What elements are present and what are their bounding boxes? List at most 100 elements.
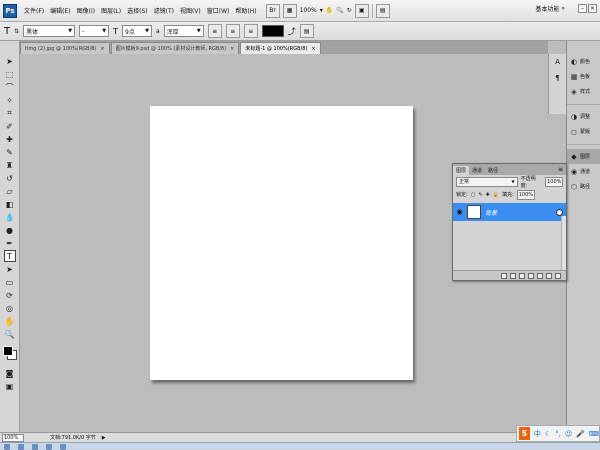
fill-input[interactable]: 100%: [516, 189, 535, 200]
font-style-select[interactable]: - ▼: [79, 25, 110, 37]
taskbar-app-icon[interactable]: [60, 443, 66, 450]
font-family-select[interactable]: 黑体 ▼: [23, 25, 76, 37]
taskbar-app-icon[interactable]: [46, 443, 52, 450]
tab-layers[interactable]: 图层: [453, 166, 470, 175]
dock-item-masks[interactable]: ◻ 蒙版: [567, 124, 600, 139]
lock-image-icon[interactable]: ✎: [478, 192, 482, 198]
extras-button[interactable]: ▤: [375, 3, 390, 18]
dock-item-swatches[interactable]: ▦ 色板: [567, 69, 600, 84]
punctuation-icon[interactable]: °,: [555, 430, 561, 438]
microphone-icon[interactable]: 🎤: [576, 430, 585, 438]
menu-window[interactable]: 窗口(W): [204, 6, 233, 15]
crop-tool-icon[interactable]: ⌗: [4, 107, 16, 119]
hand-icon[interactable]: ✋: [326, 7, 333, 14]
lock-position-icon[interactable]: ✚: [486, 192, 490, 198]
menu-help[interactable]: 帮助(H): [232, 6, 259, 15]
link-layers-icon[interactable]: [501, 272, 507, 279]
menu-select[interactable]: 选择(S): [124, 6, 151, 15]
document-tab-active[interactable]: 未标题-1 @ 100%(RGB/8) ×: [240, 42, 321, 54]
dock-item-paths[interactable]: ⬡ 路径: [567, 179, 600, 194]
group-icon[interactable]: [537, 272, 543, 279]
menu-view[interactable]: 视图(V): [177, 6, 204, 15]
eraser-tool-icon[interactable]: ▱: [4, 185, 16, 197]
panel-menu-icon[interactable]: ≡: [558, 166, 563, 173]
zoom-level[interactable]: 100%: [300, 7, 317, 14]
type-tool-icon[interactable]: T: [4, 26, 10, 37]
emoji-icon[interactable]: ☺: [565, 430, 572, 438]
document-canvas[interactable]: [150, 106, 413, 380]
tab-channels[interactable]: 通道: [469, 166, 485, 175]
zoom-dropdown-icon[interactable]: ▾: [320, 7, 323, 14]
taskbar-app-icon[interactable]: [32, 443, 38, 450]
zoom-icon[interactable]: 🔍: [336, 7, 343, 14]
lock-transparent-icon[interactable]: ▢: [471, 192, 476, 198]
lasso-tool-icon[interactable]: ⌒: [4, 81, 16, 93]
keyboard-icon[interactable]: ⌨: [589, 430, 599, 438]
hand-tool-icon[interactable]: ✋: [4, 315, 16, 327]
document-info[interactable]: 文档:791.0K/0 字节: [50, 434, 96, 441]
minimize-icon[interactable]: –: [578, 4, 587, 13]
trash-icon[interactable]: [555, 272, 561, 279]
zoom-field[interactable]: 100%: [2, 433, 24, 442]
close-icon[interactable]: ×: [588, 4, 597, 13]
history-brush-tool-icon[interactable]: ↺: [4, 172, 16, 184]
3d-rotate-tool-icon[interactable]: ⟳: [4, 289, 16, 301]
eye-icon[interactable]: ◉: [456, 208, 463, 216]
close-icon[interactable]: ×: [311, 46, 315, 52]
brush-tool-icon[interactable]: ✎: [4, 146, 16, 158]
layers-scrollbar[interactable]: [561, 216, 566, 270]
menu-layer[interactable]: 图层(L): [98, 6, 124, 15]
tab-paths[interactable]: 路径: [485, 166, 501, 175]
align-right-button[interactable]: ≡: [243, 24, 258, 38]
dock-item-layers[interactable]: ◆ 图层: [567, 149, 600, 164]
layer-row[interactable]: ◉ 背景: [453, 203, 566, 221]
document-tab[interactable]: 图片模板9.psd @ 100% (素材设计教师, RGB/8) ×: [110, 42, 240, 54]
align-center-button[interactable]: ≡: [225, 24, 240, 38]
menu-filter[interactable]: 滤镜(T): [151, 6, 177, 15]
adjustment-layer-icon[interactable]: [528, 272, 534, 279]
menu-file[interactable]: 文件(F): [21, 6, 47, 15]
shape-tool-icon[interactable]: ▭: [4, 276, 16, 288]
lock-all-icon[interactable]: 🔒: [493, 192, 499, 198]
font-size-select[interactable]: 9点 ▼: [122, 25, 153, 37]
foreground-color-swatch[interactable]: [2, 346, 13, 356]
text-color-swatch[interactable]: [261, 25, 284, 37]
arrange-documents-button[interactable]: ▦: [282, 3, 297, 18]
bridge-button[interactable]: Br: [265, 3, 280, 18]
fx-icon[interactable]: [510, 272, 516, 279]
layer-name[interactable]: 背景: [485, 208, 497, 217]
3d-orbit-tool-icon[interactable]: ◎: [4, 302, 16, 314]
moon-icon[interactable]: ☾: [545, 430, 551, 438]
rotate-view-icon[interactable]: ↻: [347, 7, 352, 14]
quick-mask-icon[interactable]: ◙: [4, 367, 16, 379]
blur-tool-icon[interactable]: 💧: [4, 211, 16, 223]
move-tool-icon[interactable]: ➤: [4, 55, 16, 67]
antialias-select[interactable]: 浑厚 ▼: [163, 25, 204, 37]
paragraph-panel-icon[interactable]: ¶: [555, 74, 559, 82]
taskbar-app-icon[interactable]: [4, 443, 10, 450]
path-selection-tool-icon[interactable]: ➤: [4, 263, 16, 275]
close-icon[interactable]: ×: [100, 46, 104, 52]
screen-mode-icon[interactable]: ▣: [4, 380, 16, 392]
warp-text-icon[interactable]: ⤴: [288, 26, 296, 37]
healing-brush-tool-icon[interactable]: ✚: [4, 133, 16, 145]
align-left-button[interactable]: ≡: [207, 24, 222, 38]
type-tool-icon[interactable]: T: [3, 250, 16, 262]
blend-mode-select[interactable]: 正常 ▼: [456, 176, 518, 187]
marquee-tool-icon[interactable]: ⬚: [4, 68, 16, 80]
color-swatches[interactable]: [2, 345, 18, 361]
pen-tool-icon[interactable]: ✒: [4, 237, 16, 249]
ime-logo[interactable]: S: [519, 427, 530, 440]
dock-item-styles[interactable]: ◈ 样式: [567, 84, 600, 99]
eyedropper-tool-icon[interactable]: ✐: [4, 120, 16, 132]
zoom-tool-icon[interactable]: 🔍: [4, 328, 16, 340]
add-mask-icon[interactable]: [519, 272, 525, 279]
gradient-tool-icon[interactable]: ◧: [4, 198, 16, 210]
opacity-input[interactable]: 100%: [545, 176, 563, 187]
character-panel-button[interactable]: ▤: [299, 24, 314, 38]
character-panel-icon[interactable]: A: [555, 58, 560, 66]
close-icon[interactable]: ×: [230, 46, 234, 52]
workspace-switcher[interactable]: 基本功能 »: [535, 4, 565, 13]
new-layer-icon[interactable]: [546, 272, 552, 279]
clone-stamp-tool-icon[interactable]: ♜: [4, 159, 16, 171]
